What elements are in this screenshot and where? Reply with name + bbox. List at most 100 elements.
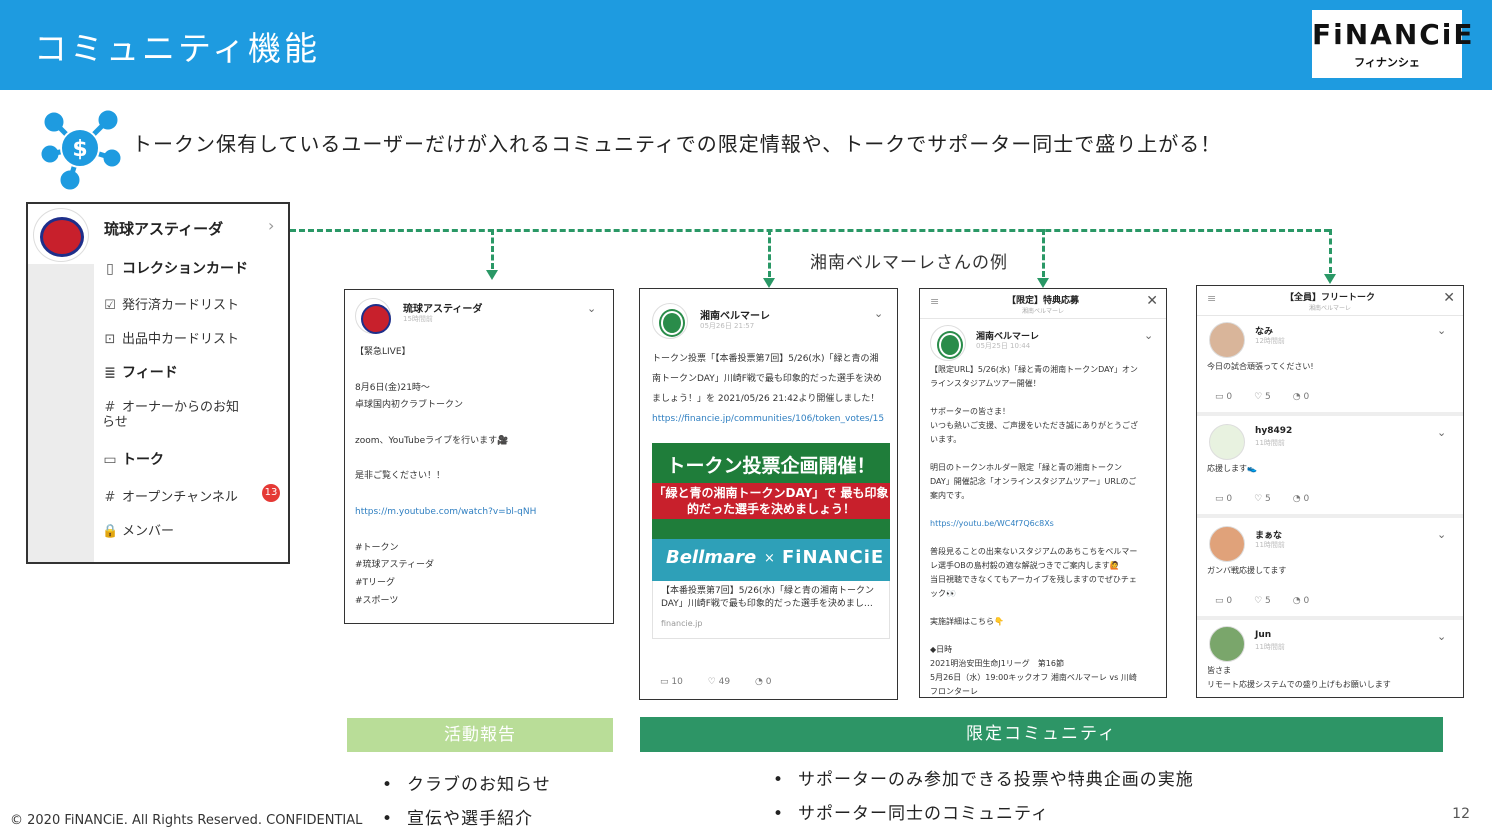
limited-community-label: 限定コミュニティ <box>640 717 1443 752</box>
sidebar-item-talk[interactable]: ▭ トーク <box>102 449 164 469</box>
club-logo[interactable] <box>33 208 89 262</box>
post-link[interactable]: https://financie.jp/communities/106/toke… <box>652 411 884 428</box>
page-title: コミュニティ機能 <box>34 29 321 68</box>
post-link[interactable]: https://m.youtube.com/watch?v=bl-qNH <box>355 504 536 521</box>
feed-icon: ≣ <box>104 365 116 381</box>
hashtag[interactable]: #スポーツ <box>355 593 398 610</box>
tip-icon[interactable]: ◔ 0 <box>1293 596 1309 606</box>
message-time: 11時間前 <box>1255 541 1285 549</box>
avatar[interactable] <box>930 325 966 361</box>
vote-banner-image[interactable]: トークン投票企画開催！ 「緑と青の湘南トークンDAY」で 最も印象的だった選手を… <box>652 443 890 581</box>
post-line: 卓球国内初クラブトークン <box>355 400 464 410</box>
avatar[interactable] <box>355 298 391 334</box>
vote-post-card[interactable]: 湘南ベルマーレ 05月26日 21:57 ⌄ トークン投票「【本番投票第7回】5… <box>639 288 898 700</box>
avatar[interactable] <box>1209 424 1245 460</box>
talk-message[interactable]: Jun 11時間前 ⌄ 皆さま リモート応援システムでの盛り上げもお願いします <box>1197 622 1463 697</box>
sidebar-item-owner-news[interactable]: # オーナーからのお知らせ <box>102 400 252 430</box>
message-author[interactable]: Jun <box>1255 630 1271 640</box>
chevron-down-icon[interactable]: ⌄ <box>1144 329 1153 342</box>
token-network-icon: $ <box>41 110 121 190</box>
chevron-down-icon[interactable]: ⌄ <box>1437 528 1446 541</box>
like-icon[interactable]: ♡ 5 <box>1254 494 1271 504</box>
post-author[interactable]: 琉球アスティーダ <box>403 300 482 315</box>
hashtag[interactable]: #琉球アスティーダ <box>355 557 434 574</box>
preview-domain: financie.jp <box>661 619 703 628</box>
chevron-right-icon[interactable]: › <box>268 216 274 235</box>
menu-icon[interactable]: ≡ <box>930 295 939 308</box>
connector-drop-3 <box>1042 229 1045 277</box>
tip-icon[interactable]: ◔ 0 <box>1293 494 1309 504</box>
like-icon[interactable]: ♡ 5 <box>1254 596 1271 606</box>
message-text: ガンバ戦応援してます <box>1207 566 1287 575</box>
close-icon[interactable]: ✕ <box>1146 293 1158 309</box>
message-divider <box>1197 412 1463 416</box>
comment-icon[interactable]: ▭ 0 <box>1215 392 1232 402</box>
avatar[interactable] <box>1209 626 1245 662</box>
sidebar-item-open-channel[interactable]: # オープンチャンネル <box>102 486 238 505</box>
listing-icon: ⊡ <box>104 332 116 347</box>
connector-line <box>290 229 1330 232</box>
hashtag[interactable]: #トークン <box>355 540 399 557</box>
post-time: 05月25日 10:44 <box>976 342 1031 350</box>
arrow-down-icon <box>1037 278 1049 288</box>
club-name[interactable]: 琉球アスティーダ <box>104 218 223 239</box>
sidebar-item-listed-cards[interactable]: ⊡ 出品中カードリスト <box>102 328 239 347</box>
free-talk-card[interactable]: ≡ 【全員】フリートーク 湘南ベルマーレ ✕ なみ 12時間前 ⌄ 今日の試合頑… <box>1196 285 1464 698</box>
avatar[interactable] <box>652 303 688 339</box>
sidebar-strip <box>28 264 94 562</box>
comment-icon[interactable]: ▭ 10 <box>660 677 683 687</box>
chevron-down-icon[interactable]: ⌄ <box>1437 630 1446 643</box>
close-icon[interactable]: ✕ <box>1443 290 1455 306</box>
talk-message[interactable]: まぁな 11時間前 ⌄ ガンバ戦応援してます ▭ 0 ♡ 5 ◔ 0 <box>1197 520 1463 618</box>
comment-icon[interactable]: ▭ 0 <box>1215 596 1232 606</box>
unread-badge: 13 <box>262 484 280 502</box>
talk-message[interactable]: なみ 12時間前 ⌄ 今日の試合頑張ってください! ▭ 0 ♡ 5 ◔ 0 <box>1197 316 1463 414</box>
avatar[interactable] <box>1209 526 1245 562</box>
message-text: リモート応援システムでの盛り上げもお願いします <box>1207 680 1391 689</box>
message-author[interactable]: hy8492 <box>1255 426 1292 436</box>
chevron-down-icon[interactable]: ⌄ <box>587 302 596 315</box>
like-icon[interactable]: ♡ 49 <box>708 677 730 687</box>
financie-wordmark: FiNANCiE <box>782 547 885 568</box>
like-icon[interactable]: ♡ 5 <box>1254 392 1271 402</box>
bullet-item: サポーター同士のコミュニティ <box>773 799 1049 824</box>
chevron-down-icon[interactable]: ⌄ <box>874 307 883 320</box>
link-preview[interactable]: 【本番投票第7回】5/26(水)「緑と青の湘南トークン DAY」川崎F戦で最も印… <box>652 581 890 639</box>
avatar[interactable] <box>1209 322 1245 358</box>
tip-icon[interactable]: ◔ 0 <box>1293 392 1309 402</box>
message-text: 応援します👟 <box>1207 464 1257 473</box>
hashtag[interactable]: #Tリーグ <box>355 575 395 592</box>
post-line: 【緊急LIVE】 <box>355 347 411 357</box>
tip-icon[interactable]: ◔ 0 <box>755 677 771 687</box>
message-divider <box>1197 616 1463 620</box>
sidebar-item-members[interactable]: 🔒 メンバー <box>102 520 174 539</box>
menu-icon[interactable]: ≡ <box>1207 292 1216 305</box>
chevron-down-icon[interactable]: ⌄ <box>1437 324 1446 337</box>
reaction-bar: ▭ 0 ♡ 5 ◔ 0 <box>1215 494 1331 504</box>
sidebar-item-feed[interactable]: ≣ フィード <box>102 362 178 382</box>
channel-subtitle: 湘南ベルマーレ <box>1308 305 1351 312</box>
connector-drop-1 <box>491 229 494 269</box>
chevron-down-icon[interactable]: ⌄ <box>1437 426 1446 439</box>
logo-text: FiNANCiE <box>1312 18 1475 51</box>
bellmare-wordmark: Bellmare <box>666 547 757 568</box>
post-time: 15時間前 <box>403 315 433 323</box>
post-line: 南トークンDAY」川崎F戦で最も印象的だった選手を決め <box>652 374 882 384</box>
message-text: 皆さま <box>1207 666 1231 675</box>
post-time: 05月26日 21:57 <box>700 322 755 330</box>
post-line: 是非ご覧ください！！ <box>355 471 446 481</box>
post-line: ましょう！」を 2021/05/26 21:42より開催しました！ <box>652 394 880 404</box>
post-link[interactable]: https://youtu.be/WC4f7Q6c8Xs <box>930 517 1162 531</box>
bullet-item: クラブのお知らせ <box>382 770 551 795</box>
connector-drop-4 <box>1329 229 1332 273</box>
talk-message[interactable]: hy8492 11時間前 ⌄ 応援します👟 ▭ 0 ♡ 5 ◔ 0 <box>1197 418 1463 516</box>
sidebar-item-issued-cards[interactable]: ☑ 発行済カードリスト <box>102 294 239 313</box>
club-post-card[interactable]: 琉球アスティーダ 15時間前 ⌄ 【緊急LIVE】 8月6日(金)21時〜 卓球… <box>344 289 614 624</box>
post-author[interactable]: 湘南ベルマーレ <box>700 307 770 322</box>
sidebar-item-collection[interactable]: ▯ コレクションカード <box>102 258 248 278</box>
channel-subtitle: 湘南ベルマーレ <box>1021 308 1064 315</box>
comment-icon[interactable]: ▭ 0 <box>1215 494 1232 504</box>
channel-title: 【全員】フリートーク <box>1284 293 1375 303</box>
arrow-down-icon <box>763 278 775 288</box>
limited-offer-card[interactable]: ≡ 【限定】特典応募 湘南ベルマーレ ✕ 湘南ベルマーレ 05月25日 10:4… <box>919 288 1167 698</box>
